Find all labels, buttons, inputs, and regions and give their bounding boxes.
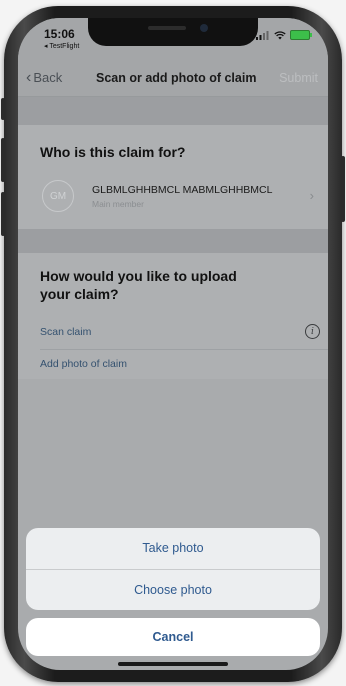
upload-heading-line1: How would you like to upload (40, 268, 237, 284)
section-spacer (18, 229, 328, 253)
back-to-app-link[interactable]: ◂ TestFlight (44, 42, 79, 50)
back-button[interactable]: ‹ Back (26, 69, 63, 86)
status-time: 15:06 (44, 27, 75, 41)
phone-frame: 15:06 ◂ TestFlight ‹ Back Scan or add ph… (1, 6, 345, 682)
member-name: GLBMLGHHBMCL MABMLGHHBMCL (92, 184, 273, 196)
page-title: Scan or add photo of claim (96, 71, 257, 85)
section-spacer (18, 97, 328, 125)
member-row[interactable]: GM GLBMLGHHBMCL MABMLGHHBMCL Main member… (18, 172, 328, 220)
screenshot-stage: 15:06 ◂ TestFlight ‹ Back Scan or add ph… (0, 0, 346, 686)
wifi-icon (274, 30, 286, 39)
mute-switch (1, 98, 5, 120)
volume-up-button (1, 138, 5, 182)
battery-icon (290, 30, 312, 40)
back-label: Back (33, 70, 63, 85)
scan-claim-option[interactable]: Scan claim i (40, 318, 328, 348)
action-sheet: Take photo Choose photo (26, 528, 320, 610)
avatar: GM (42, 180, 74, 212)
submit-button[interactable]: Submit (279, 71, 318, 85)
notch (88, 18, 258, 46)
add-photo-label: Add photo of claim (40, 358, 127, 370)
navigation-bar: ‹ Back Scan or add photo of claim Submit (18, 62, 328, 97)
member-role: Main member (92, 199, 144, 209)
home-indicator (118, 662, 228, 666)
chevron-left-icon: ‹ (26, 69, 32, 86)
phone-screen: 15:06 ◂ TestFlight ‹ Back Scan or add ph… (18, 18, 328, 670)
speaker-grille (148, 26, 186, 30)
power-button (341, 156, 345, 222)
chevron-right-icon: › (309, 188, 314, 203)
choose-photo-button[interactable]: Choose photo (26, 570, 320, 610)
info-icon[interactable]: i (305, 324, 320, 339)
cancel-button[interactable]: Cancel (26, 618, 320, 656)
add-photo-option[interactable]: Add photo of claim (40, 350, 328, 380)
status-icons (256, 30, 312, 40)
scan-claim-label: Scan claim (40, 326, 92, 338)
upload-heading-line2: your claim? (40, 286, 119, 302)
front-camera (200, 24, 208, 32)
cellular-signal-icon (256, 30, 269, 40)
claim-for-heading: Who is this claim for? (40, 144, 186, 160)
take-photo-button[interactable]: Take photo (26, 528, 320, 568)
volume-down-button (1, 192, 5, 236)
